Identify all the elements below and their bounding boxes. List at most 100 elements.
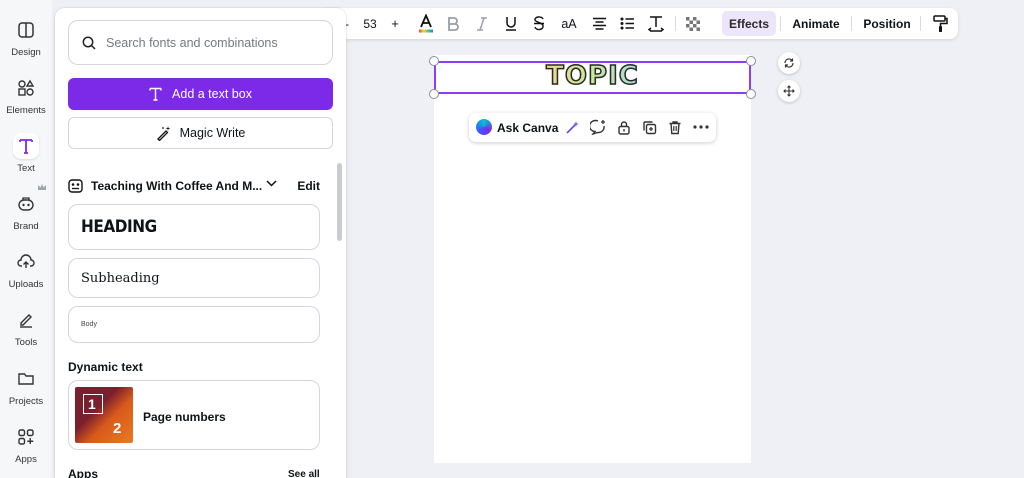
apps-see-all-link[interactable]: See all [288,469,320,478]
rail-item-brand[interactable]: Brand [0,191,52,232]
trash-icon[interactable] [666,118,684,136]
brand-kit-title[interactable]: Teaching With Coffee And M... [91,179,262,193]
pencil-tools-icon [13,307,39,333]
brand-icon [13,191,39,217]
apps-heading: Apps [68,467,98,478]
heading-style-label: HEADING [81,217,157,237]
page-numbers-card[interactable]: 1 2 Page numbers [68,380,320,450]
paint-roller-icon [932,14,948,32]
rotate-button[interactable] [778,52,800,74]
upload-cloud-icon [13,249,39,275]
add-text-box-label: Add a text box [172,87,252,101]
rail-label-elements: Elements [6,105,46,116]
move-button[interactable] [778,80,800,102]
brand-kit-icon [68,179,83,193]
rail-item-projects[interactable]: Projects [0,366,52,407]
increase-font-size-button[interactable]: + [387,8,403,39]
italic-button[interactable] [473,8,491,39]
ask-canva-icon [476,119,492,135]
move-arrows-icon [783,85,795,97]
chevron-down-icon[interactable] [266,180,277,187]
underline-icon [506,17,516,31]
more-options-icon[interactable] [692,118,710,136]
add-text-box-button[interactable]: Add a text box [68,78,333,110]
design-icon [13,17,39,43]
page-number-frame: 1 [83,394,103,414]
brand-kit-edit-link[interactable]: Edit [297,179,320,193]
heading-style-card[interactable]: HEADING [68,204,320,250]
rail-label-tools: Tools [14,337,38,348]
underline-button[interactable] [502,8,520,39]
rail-label-apps: Apps [15,454,37,465]
italic-icon [477,16,487,31]
text-panel: Search fonts and combinations Add a text… [55,8,346,478]
panel-scrollbar[interactable] [337,163,342,241]
thumb-number-one: 1 [88,396,96,412]
position-button[interactable]: Position [860,8,914,39]
subheading-style-card[interactable]: Subheading [68,258,320,298]
magic-pen-icon [156,126,171,141]
apps-icon [13,424,39,450]
transparency-button[interactable] [683,8,703,39]
spacing-icon [648,15,664,32]
rail-label-text: Text [17,163,35,174]
body-style-card[interactable]: Body [68,306,320,343]
text-icon [13,133,39,159]
rail-label-uploads: Uploads [8,279,44,290]
rail-item-tools[interactable]: Tools [0,307,52,348]
ask-canva-button[interactable]: Ask Canva [497,121,558,135]
strikethrough-button[interactable] [530,8,548,39]
selected-text-box[interactable]: TOPIC [434,60,751,94]
duplicate-icon[interactable] [640,118,658,136]
text-color-icon [419,13,433,32]
rail-item-text[interactable]: Text [0,133,52,174]
effects-button[interactable]: Effects [722,11,777,36]
rail-label-projects: Projects [8,396,44,407]
text-t-icon [149,87,162,101]
brand-kit-row: Teaching With Coffee And M... Edit [68,176,320,196]
search-icon [82,36,96,50]
bold-icon [448,16,459,31]
search-placeholder: Search fonts and combinations [106,35,278,50]
bullet-list-button[interactable] [617,8,637,39]
page-numbers-thumbnail: 1 2 [75,387,133,443]
rail-item-apps[interactable]: Apps [0,424,52,465]
resize-handle-bottom-left[interactable] [429,89,439,99]
transparency-checker-icon [686,16,700,31]
magic-wand-icon[interactable] [563,118,581,136]
animate-button[interactable]: Animate [788,8,844,39]
bold-button[interactable] [444,8,462,39]
crown-icon [38,184,46,190]
comment-add-icon[interactable] [589,118,607,136]
font-size-input[interactable]: 53 [358,8,382,39]
resize-handle-bottom-right[interactable] [746,89,756,99]
resize-handle-top-left[interactable] [429,56,439,66]
text-color-button[interactable] [416,8,436,39]
lock-icon[interactable] [615,118,633,136]
context-toolbar: Ask Canva [469,113,716,142]
letter-case-button[interactable]: aA [557,8,581,39]
page-numbers-label: Page numbers [143,410,226,424]
magic-write-button[interactable]: Magic Write [68,117,333,149]
align-center-icon [592,17,606,30]
folder-icon [13,366,39,392]
spacing-button[interactable] [645,8,667,39]
copy-style-button[interactable] [929,8,951,39]
magic-write-label: Magic Write [179,126,246,140]
rail-item-uploads[interactable]: Uploads [0,249,52,290]
bullet-list-icon [620,17,634,30]
elements-icon [13,75,39,101]
body-style-label: Body [81,321,97,328]
strikethrough-icon [534,16,544,31]
rail-item-elements[interactable]: Elements [0,75,52,116]
rail-label-brand: Brand [13,221,39,232]
align-center-button[interactable] [589,8,609,39]
font-search-input[interactable]: Search fonts and combinations [68,20,333,65]
left-rail: Design Elements Text Brand Uploads Tools [0,0,52,478]
rail-item-design[interactable]: Design [0,17,52,58]
topic-text[interactable]: TOPIC [436,60,749,92]
resize-handle-top-right[interactable] [746,56,756,66]
rotate-icon [784,58,794,68]
subheading-style-label: Subheading [81,270,160,286]
rail-label-design: Design [11,47,41,58]
